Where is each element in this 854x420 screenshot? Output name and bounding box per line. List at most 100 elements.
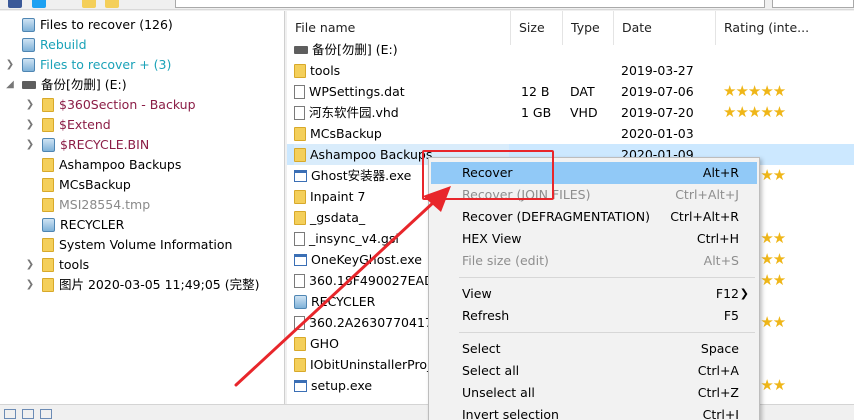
menu-item[interactable]: HEX View Ctrl+H xyxy=(431,228,757,250)
menu-item[interactable]: Select all Ctrl+A xyxy=(431,360,757,382)
star-icon[interactable] xyxy=(105,0,119,8)
tree-item[interactable]: ❯ 图片 2020-03-05 11;49;05 (完整) xyxy=(26,275,260,295)
bin-icon xyxy=(22,17,35,32)
file-name: setup.exe xyxy=(311,378,373,393)
file-name: RECYCLER xyxy=(311,294,376,309)
menu-item-label: Invert selection xyxy=(462,407,559,420)
menu-item-label: Select xyxy=(462,341,501,356)
menu-item-shortcut: F12 xyxy=(715,286,739,301)
menu-item[interactable]: View F12 ❯ xyxy=(431,283,757,305)
menu-separator xyxy=(459,332,755,333)
bin-icon xyxy=(42,217,55,232)
rating-stars: ★★★★★ xyxy=(723,82,786,100)
table-row[interactable]: 河东软件园.vhd 1 GB VHD 2019-07-20 ★★★★★ xyxy=(287,102,854,123)
menu-item[interactable]: Invert selection Ctrl+I xyxy=(431,404,757,420)
chevron-right-icon[interactable]: ❯ xyxy=(24,135,36,155)
file-size: 12 B xyxy=(521,84,550,99)
search-input[interactable] xyxy=(772,0,854,8)
facebook-icon[interactable] xyxy=(8,0,22,8)
chevron-right-icon[interactable]: ❯ xyxy=(4,55,16,75)
file-date: 2020-01-03 xyxy=(621,126,694,141)
menu-item[interactable]: Select Space xyxy=(431,338,757,360)
bin-icon xyxy=(42,137,55,152)
chevron-right-icon[interactable]: ❯ xyxy=(24,275,36,295)
table-row[interactable]: MCsBackup 2020-01-03 xyxy=(287,123,854,144)
tree-item-label: Ashampoo Backups xyxy=(59,157,182,172)
chevron-right-icon[interactable]: ❯ xyxy=(24,115,36,135)
tree-item[interactable]: ❯ $Extend xyxy=(26,115,111,135)
twitter-icon[interactable] xyxy=(32,0,46,8)
folder-icon xyxy=(42,257,54,272)
exe-icon xyxy=(294,169,307,182)
menu-item-label: HEX View xyxy=(462,231,522,246)
tree-item[interactable]: System Volume Information xyxy=(42,235,232,255)
tree-item[interactable]: ❯ $360Section - Backup xyxy=(26,95,196,115)
tree-item[interactable]: MSI28554.tmp xyxy=(42,195,150,215)
menu-item[interactable]: Recover (DEFRAGMENTATION) Ctrl+Alt+R xyxy=(431,206,757,228)
file-icon xyxy=(294,105,305,120)
folder-icon xyxy=(42,237,54,252)
menu-item-label: File size (edit) xyxy=(462,253,549,268)
file-name: IObitUninstallerPro_ xyxy=(310,357,434,372)
menu-separator xyxy=(459,277,755,278)
tree-item[interactable]: ❯ Files to recover + (3) xyxy=(6,55,172,75)
tree-item[interactable]: Ashampoo Backups xyxy=(42,155,181,175)
folder-icon xyxy=(42,157,54,172)
tree-item[interactable]: MCsBackup xyxy=(42,175,131,195)
tree-item[interactable]: ◢ 备份[勿删] (E:) xyxy=(6,75,126,95)
view-mode-thumbnails-icon[interactable] xyxy=(40,409,52,419)
folder-icon[interactable] xyxy=(82,0,96,8)
file-icon xyxy=(294,231,305,246)
table-row[interactable]: tools 2019-03-27 xyxy=(287,60,854,81)
menu-item-label: Select all xyxy=(462,363,520,378)
tree-item[interactable]: ❯ tools xyxy=(26,255,89,275)
menu-item-label: Unselect all xyxy=(462,385,535,400)
tree-item-label: System Volume Information xyxy=(59,237,233,252)
folder-icon xyxy=(294,210,306,225)
path-input[interactable] xyxy=(175,0,765,8)
file-name: Inpaint 7 xyxy=(310,189,366,204)
tree-item-label: MCsBackup xyxy=(59,177,131,192)
tree-item-label: Files to recover + (3) xyxy=(40,57,172,72)
chevron-right-icon[interactable]: ❯ xyxy=(24,95,36,115)
exe-icon xyxy=(294,253,307,266)
tree-item-label: $360Section - Backup xyxy=(59,97,196,112)
folder-icon xyxy=(294,126,306,141)
menu-item-shortcut: Ctrl+Alt+J xyxy=(675,187,739,202)
file-icon xyxy=(294,84,305,99)
menu-item-shortcut: Space xyxy=(700,341,739,356)
tree-item-label: Rebuild xyxy=(40,37,87,52)
file-icon xyxy=(294,273,305,288)
folder-tree[interactable]: Files to recover (126) Rebuild ❯ Files to r… xyxy=(0,11,285,404)
file-date: 2019-07-20 xyxy=(621,105,694,120)
drive-icon xyxy=(22,80,36,89)
folder-icon xyxy=(294,189,306,204)
menu-item-shortcut: Ctrl+H xyxy=(696,231,739,246)
annotation-highlight-box xyxy=(422,150,554,200)
table-row[interactable]: WPSettings.dat 12 B DAT 2019-07-06 ★★★★★ xyxy=(287,81,854,102)
table-row[interactable]: 备份[勿删] (E:) xyxy=(287,39,854,60)
tree-item[interactable]: Files to recover (126) xyxy=(22,15,173,35)
chevron-down-icon[interactable]: ◢ xyxy=(4,75,16,95)
view-mode-list-icon[interactable] xyxy=(22,409,34,419)
tree-item-label: $RECYCLE.BIN xyxy=(60,137,150,152)
file-name: Ghost安装器.exe xyxy=(311,168,412,183)
file-name: 备份[勿删] (E:) xyxy=(312,42,398,57)
menu-item-shortcut: Ctrl+I xyxy=(702,407,739,420)
drive-icon xyxy=(294,45,308,54)
folder-icon xyxy=(42,97,54,112)
tree-item[interactable]: ❯ $RECYCLE.BIN xyxy=(26,135,150,155)
exe-icon xyxy=(294,379,307,392)
file-name: OneKeyGhost.exe xyxy=(311,252,422,267)
view-mode-details-icon[interactable] xyxy=(4,409,16,419)
folder-icon xyxy=(294,63,306,78)
file-name: GHO xyxy=(310,336,339,351)
file-name: Ashampoo Backups xyxy=(310,147,433,162)
tree-item[interactable]: Rebuild xyxy=(22,35,87,55)
chevron-right-icon[interactable]: ❯ xyxy=(24,255,36,275)
menu-item[interactable]: Unselect all Ctrl+Z xyxy=(431,382,757,404)
tree-item-label: Files to recover (126) xyxy=(40,17,173,32)
menu-item[interactable]: Refresh F5 xyxy=(431,305,757,327)
tree-item[interactable]: RECYCLER xyxy=(42,215,124,235)
file-name: tools xyxy=(310,63,341,78)
